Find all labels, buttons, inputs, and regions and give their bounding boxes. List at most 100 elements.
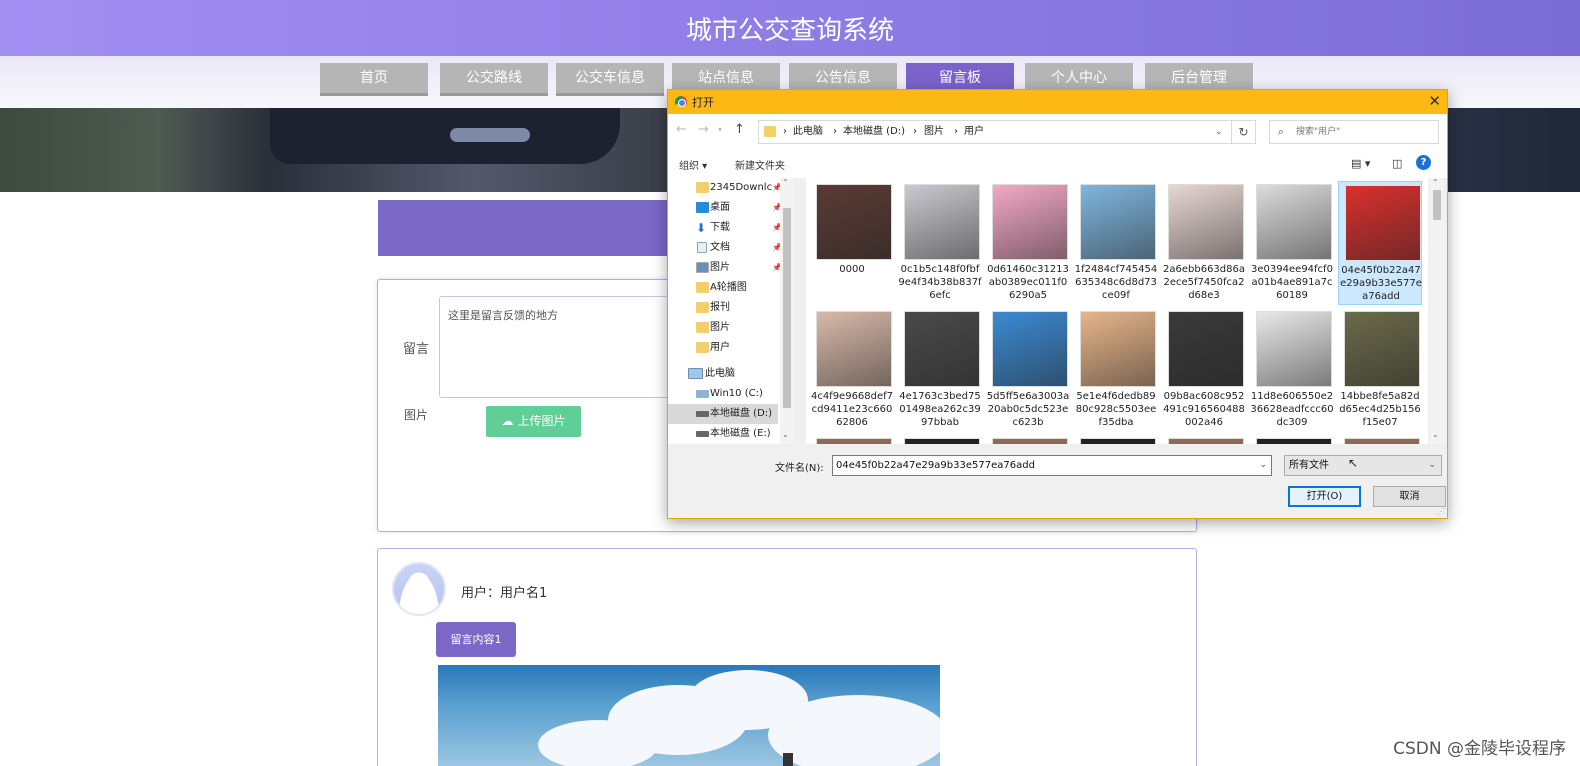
nav-pane-item[interactable]: 图片 📌 — [668, 258, 782, 278]
file-thumbnail — [816, 184, 892, 260]
document-icon — [697, 242, 707, 253]
folder-icon — [696, 182, 709, 193]
folder-icon — [696, 282, 709, 293]
nav-pane-scrollbar[interactable]: ⌃ ⌄ — [780, 178, 794, 444]
file-name: 14bbe8fe5a82dd65ec4d25b156f15e07 — [1339, 391, 1421, 428]
file-item[interactable]: 14bbe8fe5a82dd65ec4d25b156f15e07 — [1338, 308, 1422, 432]
up-arrow-icon[interactable]: ↑ — [734, 122, 745, 137]
chevron-down-icon[interactable]: ⌄ — [1215, 121, 1223, 143]
download-icon: ⬇ — [696, 221, 707, 235]
file-name: 0000 — [839, 264, 865, 275]
scroll-thumb[interactable] — [783, 208, 791, 408]
file-item[interactable]: 0000 — [810, 181, 894, 305]
cloud-upload-icon: ☁ — [501, 414, 514, 428]
crumb-pictures[interactable]: 图片 — [924, 121, 944, 143]
nav-pane-item[interactable]: 本地磁盘 (E:) — [668, 424, 778, 444]
crumb-separator-icon: › — [783, 126, 787, 137]
cancel-button[interactable]: 取消 — [1373, 486, 1446, 507]
search-icon: ⌕ — [1278, 125, 1285, 138]
file-item-selected[interactable]: 04e45f0b22a47e29a9b33e577ea76add — [1338, 181, 1422, 305]
nav-pane-item[interactable]: A轮播图 — [668, 278, 778, 298]
file-item[interactable]: 3e0394ee94fcf0a01b4ae891a7c60189 — [1250, 181, 1334, 305]
nav-pane-item[interactable]: Win10 (C:) — [668, 384, 778, 404]
nav-pane-item-selected[interactable]: 本地磁盘 (D:) — [668, 404, 778, 424]
view-options-icon[interactable]: ▤ ▾ — [1351, 157, 1370, 170]
filename-value: 04e45f0b22a47e29a9b33e577ea76add — [836, 460, 1035, 471]
nav-home[interactable]: 首页 — [320, 63, 428, 96]
nav-pane-item[interactable]: ⬇ 下载 📌 — [668, 218, 782, 238]
nav-pane-item[interactable]: 报刊 — [668, 298, 778, 318]
file-item[interactable]: 09b8ac608c952491c916560488002a46 — [1162, 308, 1246, 432]
nav-pane-item[interactable]: 图片 — [668, 318, 778, 338]
filetype-value: 所有文件 — [1289, 460, 1329, 471]
filename-input[interactable]: 04e45f0b22a47e29a9b33e577ea76add ⌄ — [832, 455, 1272, 476]
nav-bus-routes[interactable]: 公交路线 — [440, 63, 548, 96]
file-thumbnail — [1344, 311, 1420, 387]
scroll-down-icon[interactable]: ⌄ — [782, 430, 789, 439]
file-item[interactable]: 5d5ff5e6a3003a20ab0c5dc523ec623b — [986, 308, 1070, 432]
dialog-titlebar: 打开 ✕ — [668, 90, 1447, 114]
scroll-up-icon[interactable]: ⌃ — [1432, 178, 1439, 187]
navigation-pane: 2345Downlc 📌 桌面 📌 ⬇ 下载 📌 文档 📌 图片 📌 A轮播图 报刊 图片 … — [668, 178, 792, 444]
drive-icon — [696, 411, 709, 417]
forward-arrow-icon[interactable]: → — [698, 122, 709, 137]
file-item[interactable]: 4e1763c3bed7501498ea262c3997bbab — [898, 308, 982, 432]
new-folder-button[interactable]: 新建文件夹 — [735, 157, 785, 172]
address-row: ← → ▾ ↑ › 此电脑 › 本地磁盘 (D:) › 图片 › 用户 ⌄ ↻ … — [668, 114, 1447, 150]
scroll-down-icon[interactable]: ⌄ — [1432, 430, 1439, 439]
crumb-this-pc[interactable]: 此电脑 — [793, 121, 823, 143]
recent-dropdown-icon[interactable]: ▾ — [718, 125, 722, 134]
help-icon[interactable]: ? — [1416, 155, 1431, 170]
file-name: 1f2484cf745454635348c6d8d73ce09f — [1074, 264, 1158, 301]
message-textarea[interactable]: 这里是留言反馈的地方 — [439, 296, 669, 398]
file-item[interactable]: 2a6ebb663d86a2ece5f7450fca2d68e3 — [1162, 181, 1246, 305]
chevron-down-icon[interactable]: ⌄ — [1259, 456, 1267, 475]
crumb-separator-icon: › — [833, 126, 837, 137]
open-button[interactable]: 打开(O) — [1288, 486, 1361, 507]
desktop-icon — [696, 202, 709, 213]
upload-image-button[interactable]: ☁ 上传图片 — [486, 406, 581, 437]
resize-grip-icon[interactable]: ⋰ — [1437, 507, 1445, 516]
file-name: 4e1763c3bed7501498ea262c3997bbab — [899, 391, 981, 428]
nav-pane-item[interactable]: 文档 📌 — [668, 238, 782, 258]
back-arrow-icon[interactable]: ← — [676, 122, 687, 137]
file-thumbnail — [1256, 311, 1332, 387]
scroll-thumb[interactable] — [1433, 190, 1441, 220]
scroll-up-icon[interactable]: ⌃ — [782, 178, 789, 187]
file-name: 04e45f0b22a47e29a9b33e577ea76add — [1340, 265, 1422, 302]
file-thumbnail — [904, 184, 980, 260]
upload-button-label: 上传图片 — [517, 414, 566, 428]
mouse-cursor-icon: ↖ — [1348, 456, 1359, 470]
file-item[interactable]: 4c4f9e9668def7cd9411e23c66062806 — [810, 308, 894, 432]
crumb-drive-d[interactable]: 本地磁盘 (D:) — [843, 121, 905, 143]
file-item[interactable]: 0d61460c31213ab0389ec011f06290a5 — [986, 181, 1070, 305]
organize-button[interactable]: 组织 ▾ — [679, 157, 707, 172]
crumb-users[interactable]: 用户 — [964, 121, 984, 143]
chevron-down-icon[interactable]: ⌄ — [1428, 456, 1436, 475]
nav-pane-item[interactable]: 此电脑 — [668, 364, 778, 384]
file-item[interactable]: 5e1e4f6dedb8980c928c5503eef35dba — [1074, 308, 1158, 432]
file-item[interactable]: 0c1b5c148f0fbf9e4f34b38b837f6efc — [898, 181, 982, 305]
site-header: 城市公交查询系统 — [0, 0, 1580, 56]
banner-light-shape — [450, 128, 530, 142]
dialog-toolbar: 组织 ▾ 新建文件夹 ▤ ▾ ◫ ? — [668, 150, 1447, 178]
nav-pane-item[interactable]: 桌面 📌 — [668, 198, 782, 218]
nav-pane-item[interactable]: 2345Downlc 📌 — [668, 178, 782, 198]
file-item[interactable]: 11d8e606550e236628eadfccc60dc309 — [1250, 308, 1334, 432]
comment-content-badge: 留言内容1 — [436, 622, 516, 657]
filetype-select[interactable]: 所有文件 ⌄ — [1284, 455, 1442, 476]
file-thumbnail — [816, 311, 892, 387]
chrome-icon — [675, 96, 687, 108]
file-name: 2a6ebb663d86a2ece5f7450fca2d68e3 — [1163, 264, 1245, 301]
preview-pane-icon[interactable]: ◫ — [1392, 157, 1402, 170]
nav-pane-item[interactable]: 用户 — [668, 338, 778, 358]
search-input[interactable]: 搜索"用户" ⌕ — [1269, 120, 1439, 144]
close-icon[interactable]: ✕ — [1428, 92, 1441, 110]
refresh-icon[interactable]: ↻ — [1232, 120, 1256, 144]
dialog-footer: 文件名(N): 04e45f0b22a47e29a9b33e577ea76add… — [668, 444, 1447, 518]
file-item[interactable]: 1f2484cf745454635348c6d8d73ce09f — [1074, 181, 1158, 305]
address-bar[interactable]: › 此电脑 › 本地磁盘 (D:) › 图片 › 用户 ⌄ — [758, 120, 1232, 144]
nav-bus-info[interactable]: 公交车信息 — [556, 63, 664, 96]
file-grid-scrollbar[interactable]: ⌃ ⌄ — [1430, 178, 1444, 444]
folder-icon — [696, 342, 709, 353]
